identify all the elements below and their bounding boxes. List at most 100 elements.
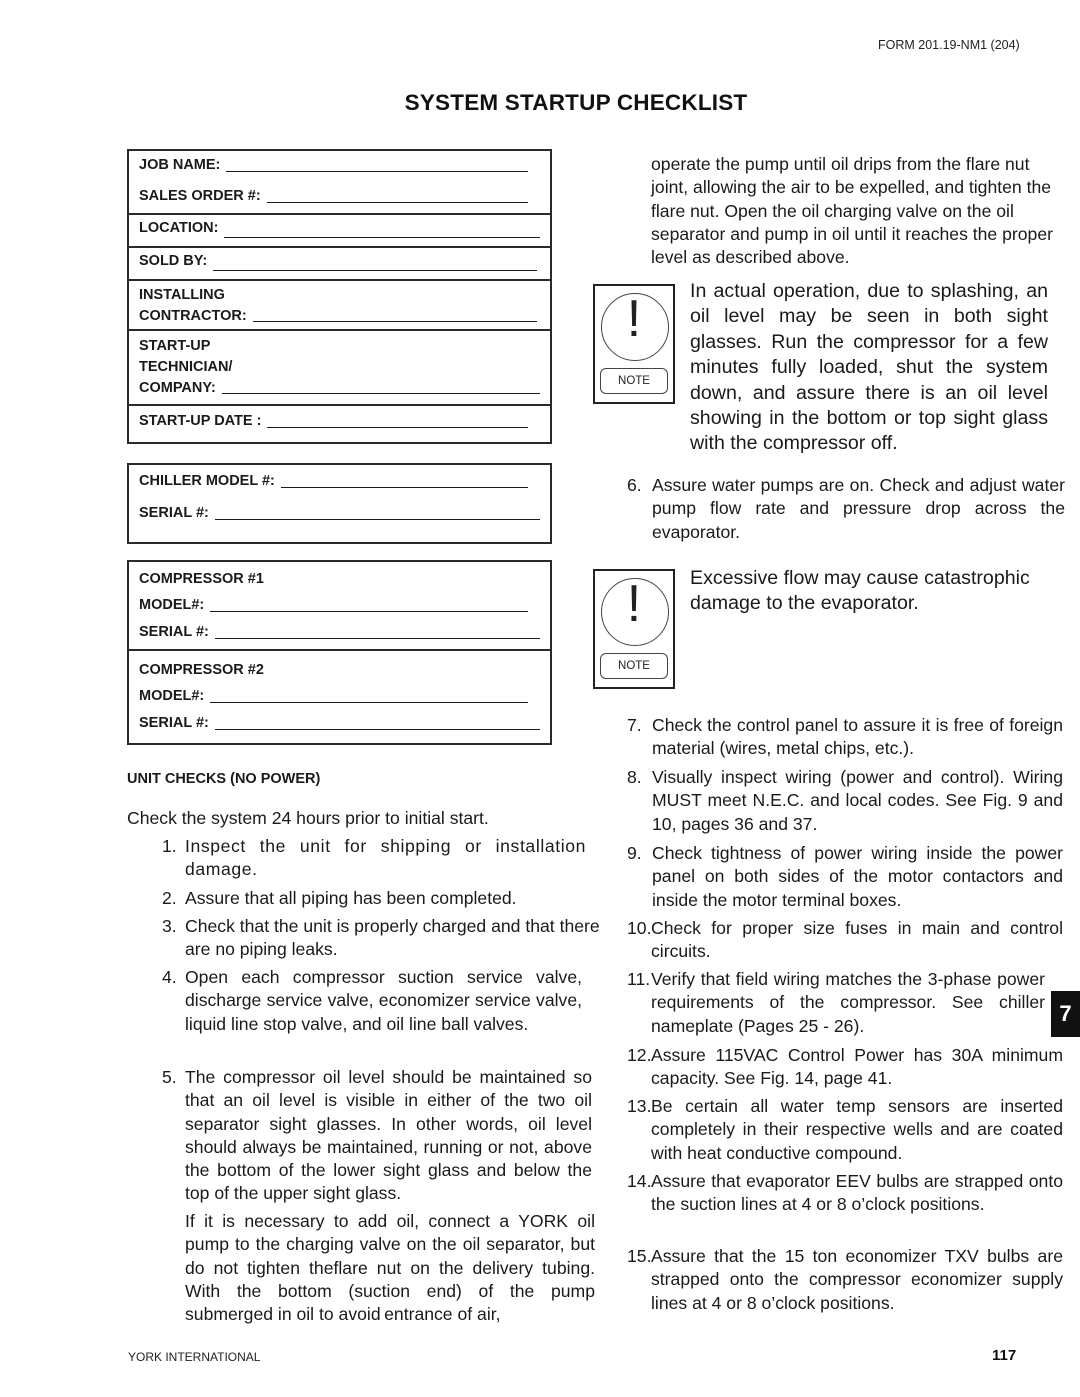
item-text: Check that the unit is properly charged … (185, 916, 600, 960)
startup-date-section: START-UP DATE : (129, 404, 550, 442)
exclamation-icon: ! (626, 290, 642, 348)
chiller-model-label: CHILLER MODEL #: (139, 473, 275, 489)
checklist-item-4: 4. Open each compressor suction service … (162, 966, 582, 1036)
location-section: LOCATION: (129, 213, 550, 246)
checklist-item-11: 11. Verify that ﬁeld wiring matches the 3… (627, 968, 1045, 1038)
checklist-item-14: 14. Assure that evaporator EEV bulbs are … (627, 1170, 1063, 1217)
section-tab[interactable]: 7 (1051, 991, 1080, 1037)
technician-label-row: TECHNICIAN/ (139, 355, 540, 376)
location-field[interactable]: LOCATION: (139, 215, 540, 244)
chiller-model-field[interactable]: CHILLER MODEL #: (139, 465, 540, 497)
company-label: COMPANY: (139, 380, 216, 396)
compressor2-model-line[interactable] (210, 702, 528, 703)
compressor1-serial-line[interactable] (214, 638, 540, 639)
compressor1-model-field[interactable]: MODEL#: (139, 590, 540, 617)
unit-checks-heading: UNIT CHECKS (NO POWER) (127, 771, 321, 787)
compressor1-section: COMPRESSOR #1 MODEL#: SERIAL #: (129, 562, 550, 649)
job-section: JOB NAME: SALES ORDER #: (129, 151, 550, 213)
sales-order-field[interactable]: SALES ORDER #: (139, 181, 540, 212)
checklist-item-6: 6. Assure water pumps are on. Check and … (627, 474, 1065, 544)
note-icon: ! NOTE (593, 284, 675, 404)
item-text: Check tightness of power wiring inside t… (652, 843, 1063, 910)
item-number: 9. (627, 843, 642, 863)
contractor-section: INSTALLING CONTRACTOR: (129, 279, 550, 329)
technician-label: TECHNICIAN/ (139, 359, 233, 375)
item-text: The compressor oil level should be maint… (185, 1067, 592, 1204)
item-number: 13. (627, 1096, 652, 1116)
checklist-item-10: 10. Check for proper size fuses in main a… (627, 917, 1063, 964)
startup-date-line[interactable] (267, 427, 528, 428)
note-icon: ! NOTE (593, 569, 675, 689)
chiller-serial-line[interactable] (214, 519, 540, 520)
startup-date-field[interactable]: START-UP DATE : (139, 406, 540, 432)
item-text: Verify that ﬁeld wiring matches the 3-ph… (651, 969, 1045, 1036)
chiller-info-form: CHILLER MODEL #: SERIAL #: (127, 463, 552, 544)
chiller-serial-label: SERIAL #: (139, 505, 209, 521)
item-text: Assure that the 15 ton economizer TXV bu… (651, 1246, 1063, 1313)
form-number: FORM 201.19-NM1 (204) (878, 38, 1020, 52)
checklist-item-8: 8. Visually inspect wiring (power and con… (627, 766, 1063, 836)
item-number: 2. (162, 888, 177, 908)
compressor2-title-row: COMPRESSOR #2 (139, 651, 540, 681)
note-label: NOTE (600, 653, 668, 679)
startup-label-row: START-UP (139, 331, 540, 355)
job-name-line[interactable] (226, 171, 528, 172)
startup-date-label: START-UP DATE : (139, 413, 262, 429)
item-number: 6. (627, 475, 642, 495)
installing-label: INSTALLING (139, 287, 225, 303)
sales-order-line[interactable] (266, 202, 528, 203)
item-number: 10. (627, 918, 652, 938)
location-line[interactable] (224, 237, 540, 238)
checklist-item-1: 1. Inspect the unit for shipping or inst… (162, 835, 586, 882)
chiller-model-line[interactable] (280, 487, 528, 488)
item-number: 12. (627, 1045, 652, 1065)
item-text: Visually inspect wiring (power and contr… (652, 767, 1063, 834)
item-text: If it is necessary to add oil, connect a… (185, 1211, 595, 1325)
checklist-item-2: 2. Assure that all piping has been compl… (162, 887, 586, 910)
item-number: 5. (162, 1067, 177, 1087)
unit-checks-intro: Check the system 24 hours prior to initi… (127, 808, 489, 828)
item-number: 4. (162, 967, 177, 987)
job-name-label: JOB NAME: (139, 157, 221, 173)
compressor2-serial-line[interactable] (214, 729, 540, 730)
chiller-serial-field[interactable]: SERIAL #: (139, 497, 540, 529)
chiller-section: CHILLER MODEL #: SERIAL #: (129, 465, 550, 529)
item-number: 11. (627, 969, 651, 989)
compressor1-serial-label: SERIAL #: (139, 624, 209, 640)
checklist-item-13: 13. Be certain all water temp sensors are… (627, 1095, 1063, 1165)
compressor2-serial-field[interactable]: SERIAL #: (139, 708, 540, 735)
checklist-item-7: 7. Check the control panel to assure it i… (627, 714, 1063, 761)
item-text: Check the control panel to assure it is … (652, 715, 1063, 759)
compressor2-section: COMPRESSOR #2 MODEL#: SERIAL #: (129, 649, 550, 741)
location-label: LOCATION: (139, 220, 219, 236)
checklist-item-3: 3. Check that the unit is properly charg… (162, 915, 602, 962)
compressor1-title: COMPRESSOR #1 (139, 571, 264, 587)
note-label: NOTE (600, 368, 668, 394)
compressor2-title: COMPRESSOR #2 (139, 662, 264, 678)
checklist-item-5-oil: If it is necessary to add oil, connect a… (185, 1210, 595, 1326)
contractor-line[interactable] (252, 321, 537, 322)
item-number: 3. (162, 916, 177, 936)
item-text: Open each compressor suction service val… (185, 967, 582, 1034)
company-field[interactable]: COMPANY: (139, 376, 540, 397)
item-text: Assure that evaporator EEV bulbs are str… (651, 1171, 1063, 1215)
sold-by-line[interactable] (213, 270, 537, 271)
oil-procedure-continued: operate the pump until oil drips from th… (651, 154, 1053, 268)
company-line[interactable] (221, 393, 540, 394)
sold-by-field[interactable]: SOLD BY: (139, 248, 540, 277)
page-number: 117 (992, 1347, 1017, 1364)
item-text: Assure that all piping has been complete… (185, 888, 517, 908)
item-number: 8. (627, 767, 642, 787)
compressor1-model-line[interactable] (210, 611, 528, 612)
item-text: Inspect the unit for shipping or install… (185, 836, 586, 880)
job-name-field[interactable]: JOB NAME: (139, 151, 540, 181)
sales-order-label: SALES ORDER #: (139, 188, 261, 204)
footer-company: YORK INTERNATIONAL (128, 1350, 261, 1364)
compressor2-model-field[interactable]: MODEL#: (139, 681, 540, 708)
checklist-item-5: 5. The compressor oil level should be ma… (162, 1066, 592, 1206)
item-number: 14. (627, 1171, 652, 1191)
checklist-item-9: 9. Check tightness of power wiring inside… (627, 842, 1063, 912)
installing-label-row: INSTALLING (139, 281, 540, 304)
compressor1-serial-field[interactable]: SERIAL #: (139, 617, 540, 644)
contractor-field[interactable]: CONTRACTOR: (139, 304, 540, 325)
